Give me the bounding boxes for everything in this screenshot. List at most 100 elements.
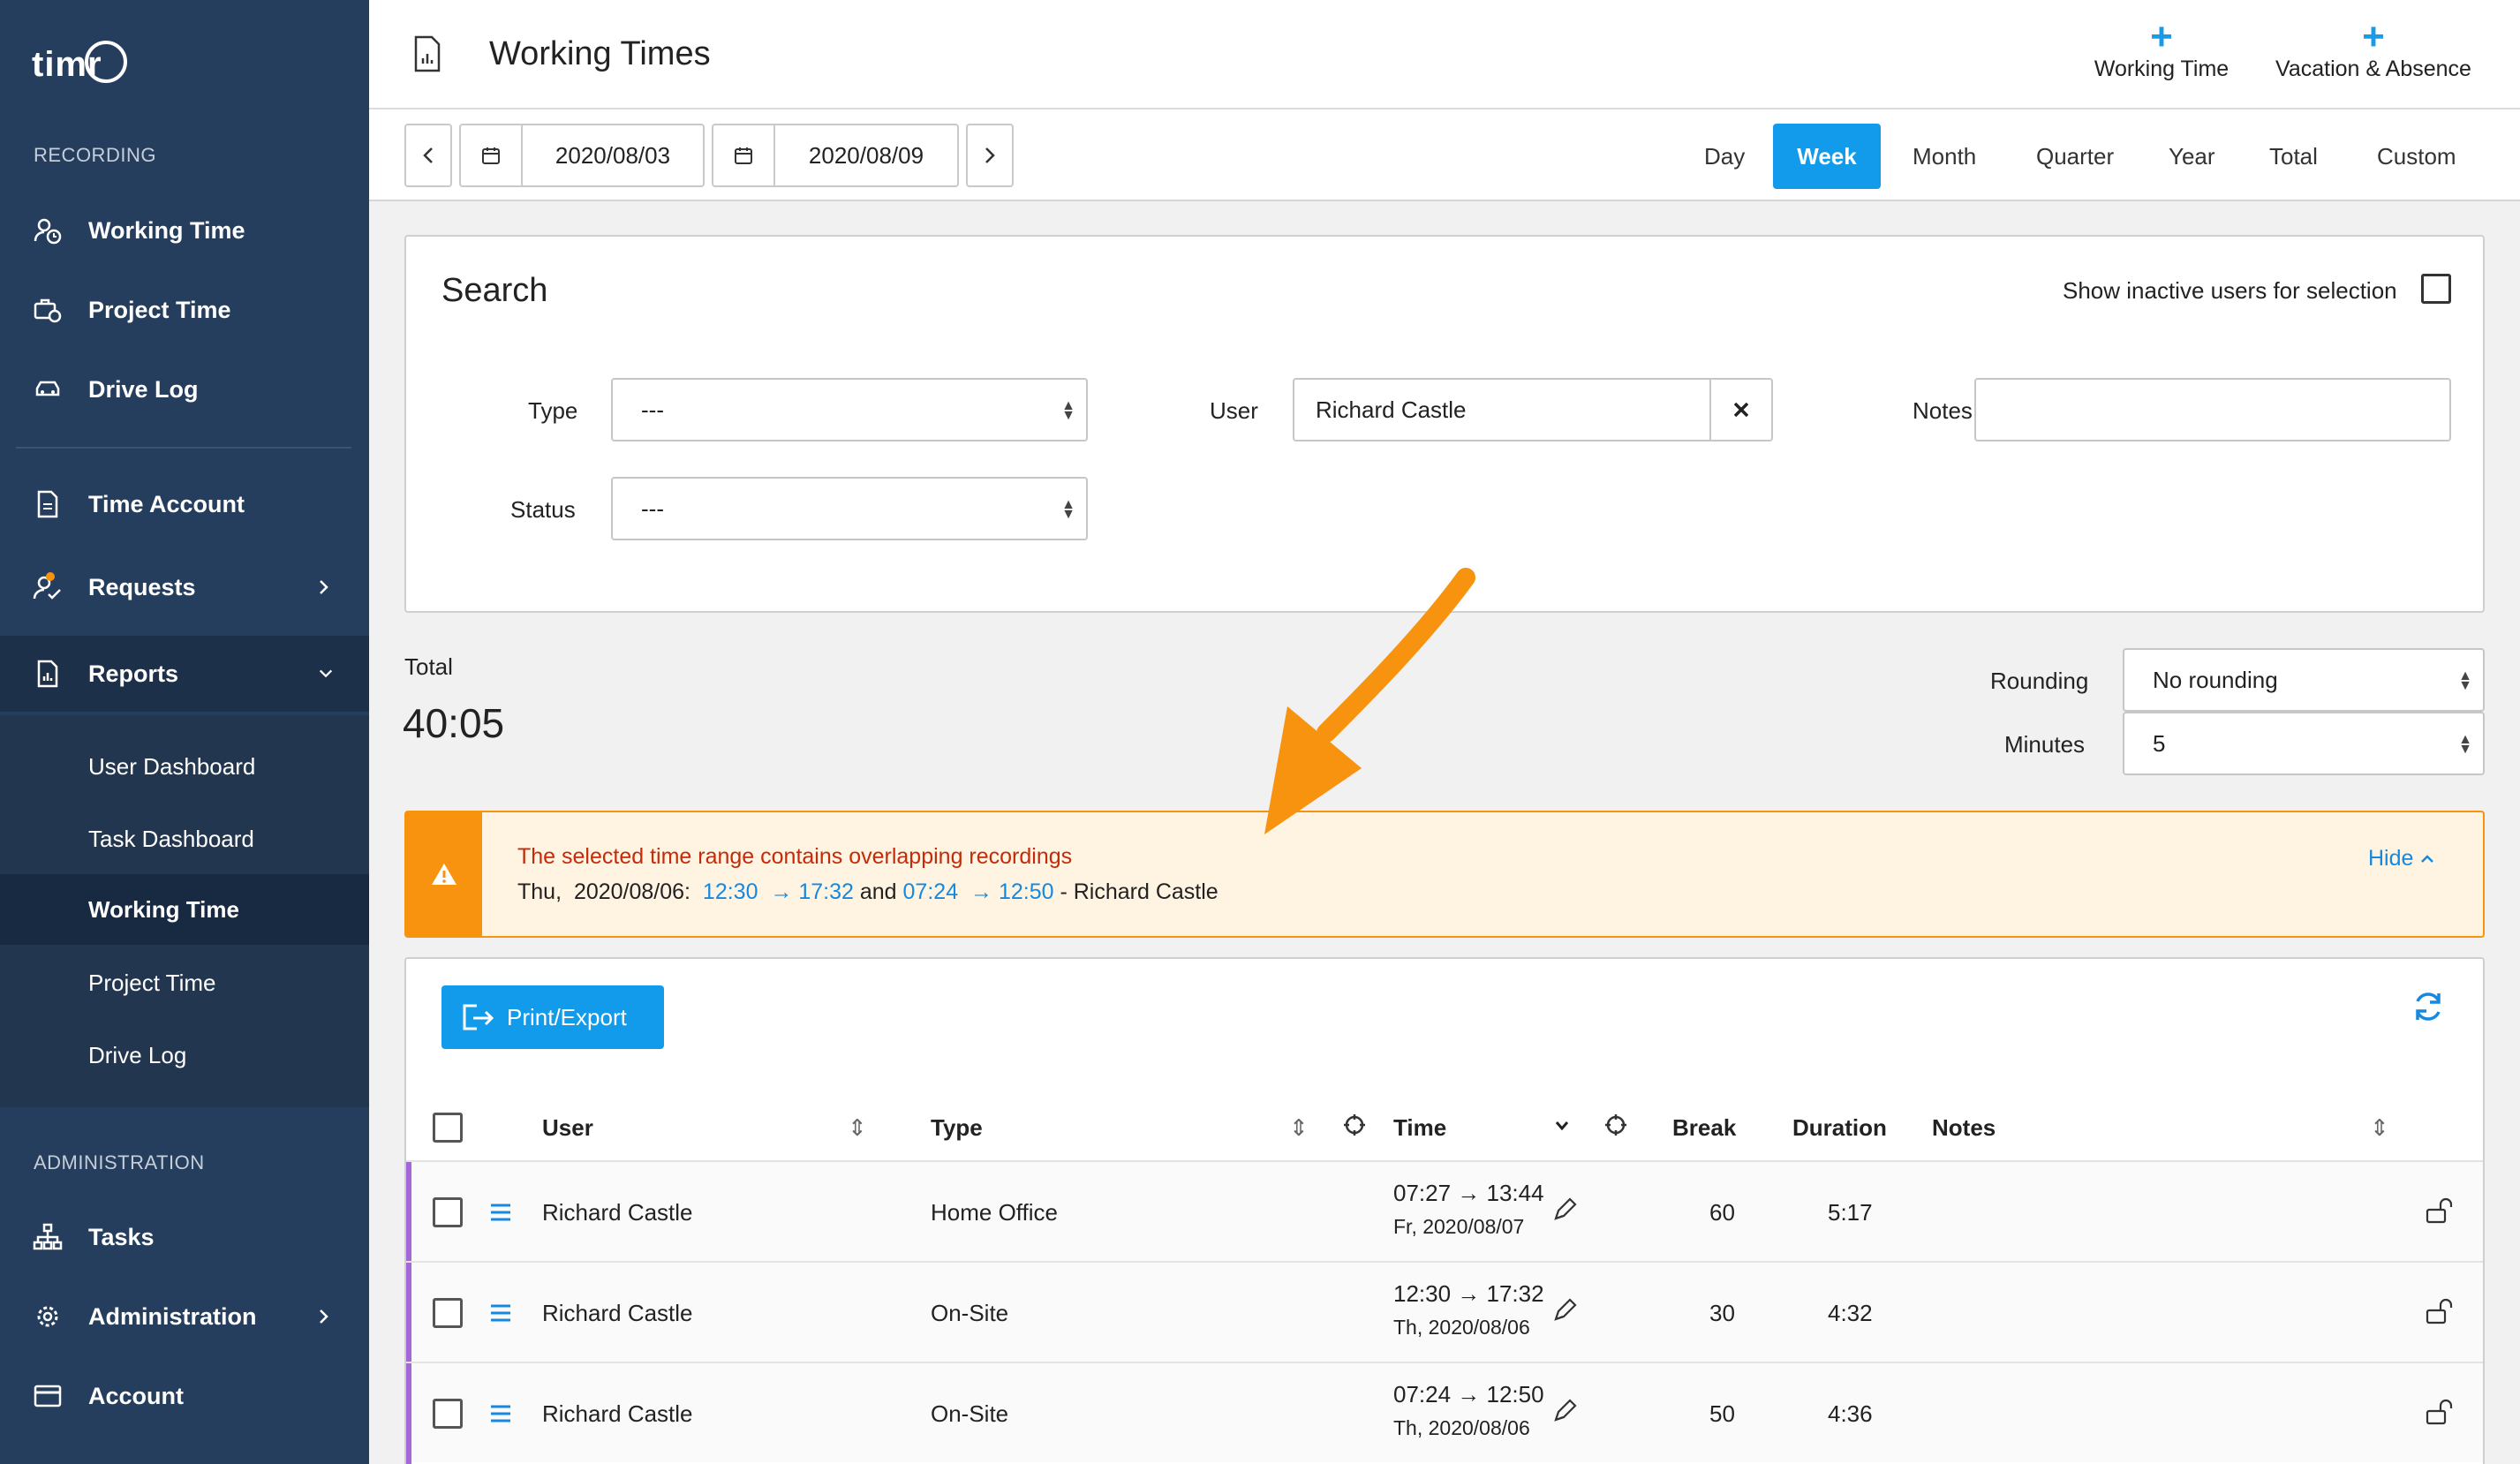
- crosshair-icon[interactable]: [1342, 1113, 1367, 1137]
- user-field[interactable]: Richard Castle: [1293, 378, 1711, 441]
- range-week-tab[interactable]: Week: [1773, 124, 1881, 189]
- unlock-icon[interactable]: [2425, 1399, 2455, 1427]
- calendar-to-button[interactable]: [712, 124, 775, 187]
- select-arrows-icon: ▲ ▼: [2458, 668, 2472, 693]
- submenu-label: Drive Log: [88, 1041, 187, 1068]
- sort-notes-icon[interactable]: ⇕: [2370, 1114, 2389, 1142]
- car-icon: [32, 374, 64, 405]
- sidebar-item-reports[interactable]: Reports: [0, 636, 369, 712]
- table-row[interactable]: Richard Castle Home Office 07:27 → 13:44…: [406, 1160, 2483, 1263]
- pencil-icon[interactable]: [1550, 1197, 1577, 1224]
- range-day-tab[interactable]: Day: [1704, 143, 1745, 170]
- column-header-time[interactable]: Time: [1393, 1114, 1446, 1142]
- status-select[interactable]: --- ▲ ▼: [611, 477, 1088, 540]
- row-checkbox[interactable]: [433, 1197, 463, 1227]
- sidebar-item-label: Tasks: [88, 1223, 155, 1250]
- calendar-icon: [735, 147, 752, 164]
- main-content: Working Times + Working Time + Vacation …: [369, 0, 2520, 1464]
- unlock-icon[interactable]: [2425, 1298, 2455, 1326]
- column-header-break[interactable]: Break: [1672, 1114, 1736, 1142]
- date-from-field[interactable]: 2020/08/03: [521, 124, 705, 187]
- calendar-from-button[interactable]: [459, 124, 523, 187]
- refresh-icon[interactable]: [2411, 989, 2446, 1024]
- submenu-task-dashboard[interactable]: Task Dashboard: [0, 804, 369, 874]
- row-checkbox[interactable]: [433, 1298, 463, 1328]
- crosshair-icon[interactable]: [1603, 1113, 1628, 1137]
- pencil-icon[interactable]: [1550, 1399, 1577, 1425]
- notes-input[interactable]: [1974, 378, 2451, 441]
- range-month-tab[interactable]: Month: [1913, 143, 1976, 170]
- sidebar-item-drive-log[interactable]: Drive Log: [0, 351, 369, 427]
- chevron-left-icon: [423, 147, 433, 163]
- sort-user-icon[interactable]: ⇕: [848, 1114, 867, 1142]
- column-header-notes[interactable]: Notes: [1932, 1114, 1996, 1142]
- user-label: User: [1210, 397, 1258, 424]
- prev-period-button[interactable]: [404, 124, 452, 187]
- sidebar-item-account[interactable]: Account: [0, 1358, 369, 1434]
- add-working-time-button[interactable]: + Working Time: [2073, 18, 2250, 82]
- submenu-user-dashboard[interactable]: User Dashboard: [0, 731, 369, 802]
- hide-warning-button[interactable]: Hide: [2368, 846, 2434, 872]
- gear-icon: [32, 1301, 64, 1332]
- pencil-icon[interactable]: [1550, 1298, 1577, 1324]
- column-header-type[interactable]: Type: [931, 1114, 983, 1142]
- overlap-link-1-start[interactable]: 12:30: [703, 879, 758, 904]
- submenu-label: Project Time: [88, 969, 216, 996]
- range-quarter-tab[interactable]: Quarter: [2036, 143, 2114, 170]
- credit-card-icon: [32, 1380, 64, 1412]
- submenu-drive-log[interactable]: Drive Log: [0, 1020, 369, 1090]
- column-header-user[interactable]: User: [542, 1114, 593, 1142]
- overlap-link-2-end[interactable]: → 12:50: [970, 879, 1054, 904]
- row-date: Fr, 2020/08/07: [1393, 1215, 1525, 1238]
- search-title: Search: [441, 272, 548, 309]
- list-icon[interactable]: [489, 1303, 512, 1323]
- app-logo[interactable]: timr: [32, 37, 138, 101]
- select-all-checkbox[interactable]: [433, 1113, 463, 1143]
- range-year-tab[interactable]: Year: [2169, 143, 2215, 170]
- next-period-button[interactable]: [966, 124, 1014, 187]
- section-recording-title: RECORDING: [34, 144, 156, 166]
- submenu-working-time[interactable]: Working Time: [0, 874, 369, 945]
- overlap-link-1-end[interactable]: → 17:32: [770, 879, 854, 904]
- sort-type-icon[interactable]: ⇕: [1289, 1114, 1309, 1142]
- chevron-right-icon: [318, 579, 334, 595]
- date-to-field[interactable]: 2020/08/09: [773, 124, 959, 187]
- sidebar-item-project-time[interactable]: Project Time: [0, 272, 369, 348]
- minutes-select[interactable]: 5 ▲ ▼: [2123, 712, 2485, 775]
- range-total-tab[interactable]: Total: [2269, 143, 2318, 170]
- type-select[interactable]: --- ▲ ▼: [611, 378, 1088, 441]
- table-row[interactable]: Richard Castle On-Site 07:24 → 12:50 Th,…: [406, 1362, 2483, 1464]
- unlock-icon[interactable]: [2425, 1197, 2455, 1226]
- row-user: Richard Castle: [542, 1400, 693, 1427]
- sidebar: timr RECORDING Working Time Project Time…: [0, 0, 369, 1464]
- sidebar-item-tasks[interactable]: Tasks: [0, 1199, 369, 1275]
- row-checkbox[interactable]: [433, 1399, 463, 1429]
- submenu-project-time[interactable]: Project Time: [0, 947, 369, 1018]
- row-user: Richard Castle: [542, 1199, 693, 1226]
- top-header: Working Times + Working Time + Vacation …: [369, 0, 2520, 109]
- warning-detail: Thu, 2020/08/06: 12:30 → 17:32 and 07:24…: [517, 879, 1219, 905]
- row-marker: [406, 1162, 411, 1263]
- add-vacation-button[interactable]: + Vacation & Absence: [2250, 18, 2497, 82]
- column-header-duration[interactable]: Duration: [1792, 1114, 1887, 1142]
- submenu-label: Task Dashboard: [88, 825, 254, 852]
- sort-desc-icon[interactable]: [1554, 1120, 1570, 1132]
- range-custom-tab[interactable]: Custom: [2377, 143, 2456, 170]
- select-arrows-icon: ▲ ▼: [2458, 732, 2472, 757]
- list-icon[interactable]: [489, 1404, 512, 1423]
- sidebar-item-requests[interactable]: Requests: [0, 549, 369, 625]
- sidebar-item-administration[interactable]: Administration: [0, 1279, 369, 1355]
- inactive-users-checkbox[interactable]: [2421, 274, 2451, 304]
- sidebar-item-label: Reports: [88, 660, 179, 687]
- rounding-select[interactable]: No rounding ▲ ▼: [2123, 648, 2485, 712]
- clear-user-button[interactable]: [1709, 378, 1773, 441]
- list-icon[interactable]: [489, 1203, 512, 1222]
- sidebar-item-time-account[interactable]: Time Account: [0, 466, 369, 542]
- export-icon: [463, 1004, 494, 1030]
- table-row[interactable]: Richard Castle On-Site 12:30 → 17:32 Th,…: [406, 1261, 2483, 1363]
- plus-icon: +: [2150, 15, 2173, 58]
- submenu-label: Working Time: [88, 895, 239, 923]
- sidebar-item-working-time[interactable]: Working Time: [0, 192, 369, 268]
- print-export-button[interactable]: Print/Export: [441, 985, 664, 1049]
- overlap-link-2-start[interactable]: 07:24: [903, 879, 959, 904]
